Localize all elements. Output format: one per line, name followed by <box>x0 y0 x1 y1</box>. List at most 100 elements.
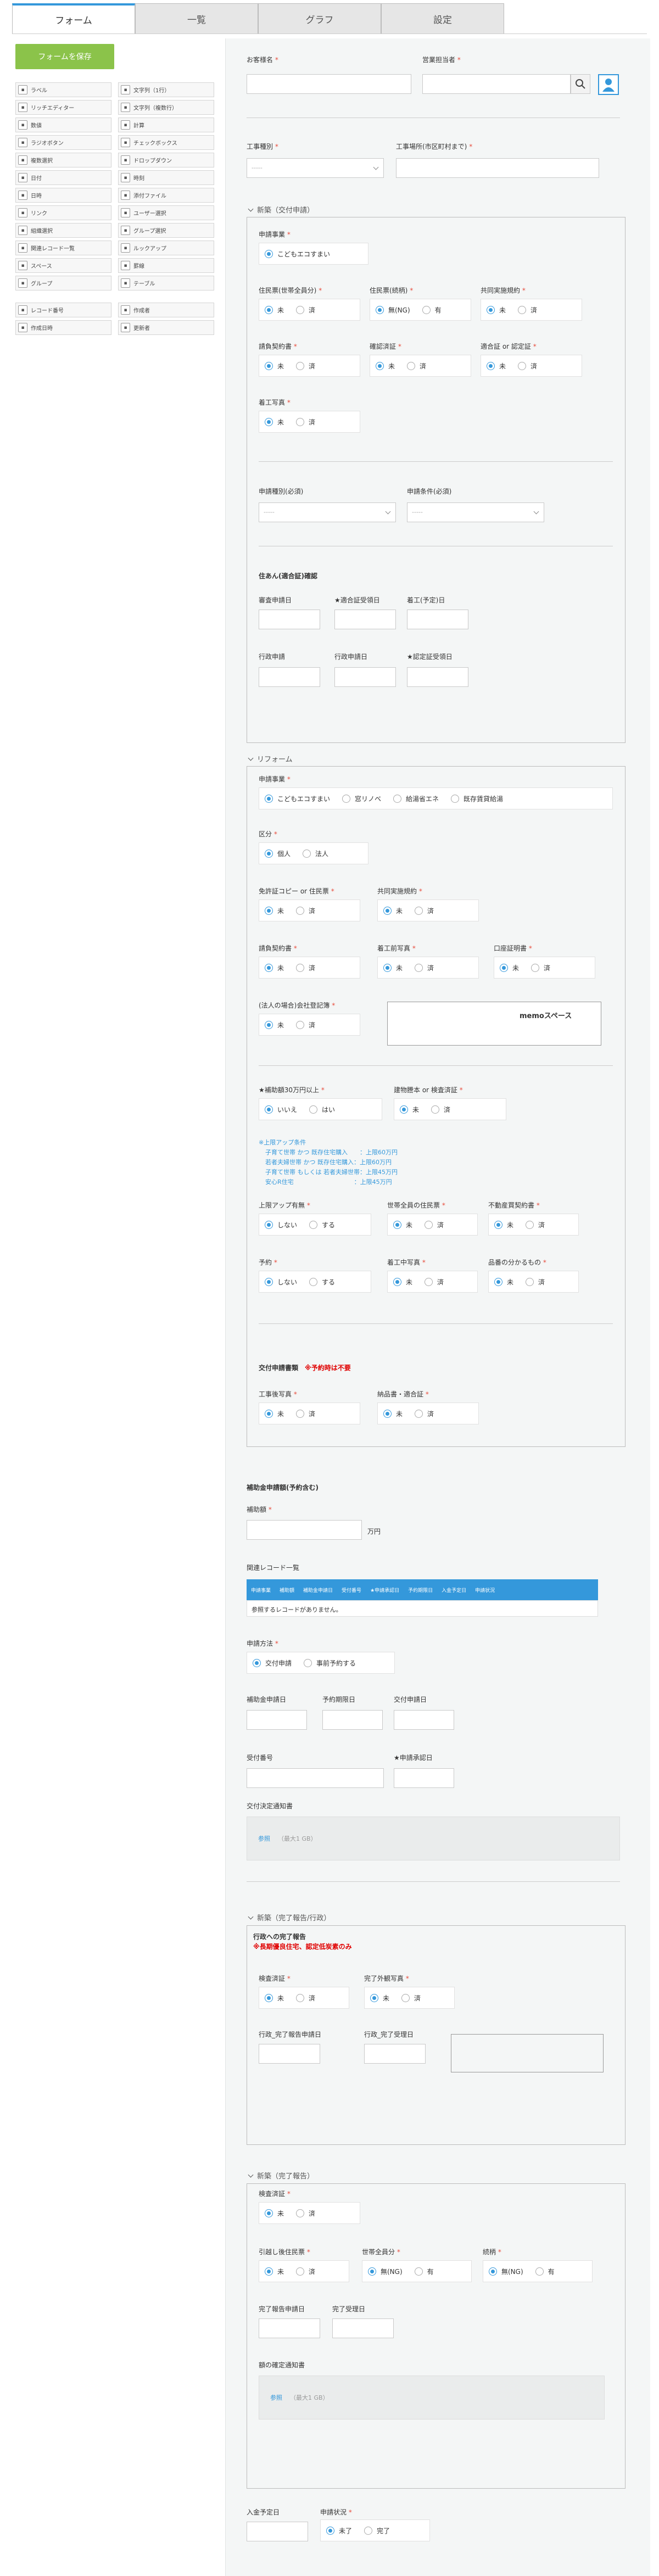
g1-f5-radio[interactable]: 未済 <box>370 355 471 377</box>
palette-item[interactable]: ▪ グループ選択 <box>118 223 214 238</box>
g4-file-field[interactable]: 参照 （最大1 GB） <box>259 2376 605 2419</box>
g4-k5-input[interactable] <box>259 2318 320 2338</box>
palette-item[interactable]: ▪ 複数選択 <box>15 153 111 167</box>
g1-type-select[interactable]: ----- <box>259 502 396 522</box>
g1-d4-input[interactable] <box>259 667 320 687</box>
hojo-amount-input[interactable] <box>247 1520 362 1540</box>
notice-file-field[interactable]: 参照 （最大1 GB） <box>247 1817 620 1860</box>
g1-f1-radio[interactable]: 未済 <box>259 299 360 321</box>
g2-c4-radio[interactable]: しない する <box>259 1271 371 1293</box>
palette-item[interactable]: ▪ ユーザー選択 <box>118 205 214 220</box>
g2-a3-radio[interactable]: 未済 <box>259 957 360 979</box>
g2-c2-radio[interactable]: 未済 <box>387 1214 478 1236</box>
palette-item[interactable]: ▪ チェックボックス <box>118 135 214 150</box>
tab-graph[interactable]: グラフ <box>258 3 381 33</box>
g3-k1-radio[interactable]: 未済 <box>259 1987 349 2009</box>
g4-k2-radio[interactable]: 未済 <box>259 2260 349 2282</box>
palette-item[interactable]: ▪ 作成者 <box>118 303 214 317</box>
hojo-f4-input[interactable] <box>247 1768 384 1788</box>
hojo-f2-input[interactable] <box>322 1710 383 1730</box>
g2-e1-radio[interactable]: 未済 <box>259 1402 360 1424</box>
palette-item[interactable]: ▪ 罫線 <box>118 258 214 273</box>
g2-a4-radio[interactable]: 未済 <box>377 957 479 979</box>
save-form-button[interactable]: フォームを保存 <box>15 44 114 69</box>
place-input[interactable] <box>396 158 599 178</box>
g2-a1-radio[interactable]: 未済 <box>259 899 360 921</box>
palette-item[interactable]: ▪ 日付 <box>15 170 111 185</box>
tab-form[interactable]: フォーム <box>12 3 135 33</box>
g1-d6-input[interactable] <box>407 667 468 687</box>
palette-item[interactable]: ▪ リッチエディター <box>15 100 111 115</box>
g3-k3-input[interactable] <box>259 2044 320 2064</box>
g1-f7-radio[interactable]: 未済 <box>259 411 360 433</box>
g1-d1-input[interactable] <box>259 610 320 629</box>
palette-item[interactable]: ▪ 文字列（1行） <box>118 82 214 97</box>
g2-project-radio[interactable]: こどもエコすまい 窓リノベ 給湯省エネ 既存賃貸給湯 <box>259 787 613 809</box>
g1-f4-radio[interactable]: 未済 <box>259 355 360 377</box>
g2-b1-radio[interactable]: いいえ はい <box>259 1098 382 1120</box>
nyukin-input[interactable] <box>247 2522 308 2541</box>
g2-c5-radio[interactable]: 未済 <box>387 1271 478 1293</box>
g4-k3-radio[interactable]: 無(NG) 有 <box>362 2260 472 2282</box>
method-radio[interactable]: 交付申請 事前予約する <box>247 1652 395 1674</box>
g4-k1-radio[interactable]: 未済 <box>259 2202 360 2224</box>
g4-k6-input[interactable] <box>332 2318 394 2338</box>
g2-b2-radio[interactable]: 未済 <box>394 1098 506 1120</box>
g1-d3-input[interactable] <box>407 610 468 629</box>
palette-item[interactable]: ▪ グループ <box>15 276 111 290</box>
palette-item[interactable]: ▪ 数値 <box>15 118 111 132</box>
g2-a6-radio[interactable]: 未済 <box>259 1014 360 1036</box>
palette-item[interactable]: ▪ テーブル <box>118 276 214 290</box>
tab-list[interactable]: 一覧 <box>135 3 258 33</box>
g2-c3-radio[interactable]: 未済 <box>488 1214 579 1236</box>
g2-c1-radio[interactable]: しない する <box>259 1214 371 1236</box>
palette-item[interactable]: ▪ ドロップダウン <box>118 153 214 167</box>
palette-item[interactable]: ▪ ラジオボタン <box>15 135 111 150</box>
g1-d2-input[interactable] <box>334 610 396 629</box>
hojo-f1-input[interactable] <box>247 1710 307 1730</box>
tab-settings[interactable]: 設定 <box>381 3 504 33</box>
g1-project-radio[interactable]: こどもエコすまい <box>259 243 368 265</box>
g2-e2-radio[interactable]: 未済 <box>377 1402 479 1424</box>
group-completion-admin[interactable]: 新築（完了報告/行政） <box>247 1912 331 1923</box>
palette-item[interactable]: ▪ 時刻 <box>118 170 214 185</box>
g1-cond-select[interactable]: ----- <box>407 502 544 522</box>
search-icon[interactable] <box>571 74 590 94</box>
palette-item[interactable]: ▪ 日時 <box>15 188 111 203</box>
customer-input[interactable] <box>247 74 411 94</box>
group-reform[interactable]: リフォーム <box>247 753 293 764</box>
type-select[interactable]: ----- <box>247 158 384 178</box>
palette-item[interactable]: ▪ ラベル <box>15 82 111 97</box>
g4-k4-radio[interactable]: 無(NG) 有 <box>483 2260 593 2282</box>
g1-f3-radio[interactable]: 未済 <box>481 299 582 321</box>
g2-c6-radio[interactable]: 未済 <box>488 1271 579 1293</box>
g1-f6-radio[interactable]: 未済 <box>481 355 582 377</box>
palette-item[interactable]: ▪ レコード番号 <box>15 303 111 317</box>
g2-a5-radio[interactable]: 未済 <box>494 957 595 979</box>
palette-item[interactable]: ▪ 文字列（複数行） <box>118 100 214 115</box>
status-radio[interactable]: 未了 完了 <box>320 2519 430 2541</box>
palette-item[interactable]: ▪ スペース <box>15 258 111 273</box>
g3-k2-radio[interactable]: 未済 <box>364 1987 455 2009</box>
palette-item[interactable]: ▪ 添付ファイル <box>118 188 214 203</box>
g1-f2-radio[interactable]: 無(NG) 有 <box>370 299 471 321</box>
g3-k4-input[interactable] <box>364 2044 426 2064</box>
g2-kubun-radio[interactable]: 個人 法人 <box>259 842 368 864</box>
hojo-f3-input[interactable] <box>394 1710 454 1730</box>
hojo-f5-input[interactable] <box>394 1768 454 1788</box>
g2-a2-radio[interactable]: 未済 <box>377 899 479 921</box>
g1-d5-input[interactable] <box>334 667 396 687</box>
palette-item[interactable]: ▪ 組織選択 <box>15 223 111 238</box>
palette-item[interactable]: ▪ 関連レコード一覧 <box>15 241 111 255</box>
palette-item[interactable]: ▪ ルックアップ <box>118 241 214 255</box>
palette-item[interactable]: ▪ リンク <box>15 205 111 220</box>
g1-cond-label: 申請条件(必須) <box>407 488 452 495</box>
sales-input[interactable] <box>422 74 571 94</box>
palette-item[interactable]: ▪ 作成日時 <box>15 320 111 335</box>
palette-item-label: 日時 <box>31 193 42 199</box>
palette-item[interactable]: ▪ 計算 <box>118 118 214 132</box>
palette-item[interactable]: ▪ 更新者 <box>118 320 214 335</box>
group-completion[interactable]: 新築（完了報告） <box>247 2170 314 2181</box>
group-new-application[interactable]: 新築（交付申請） <box>247 204 314 215</box>
user-icon[interactable] <box>598 74 619 95</box>
